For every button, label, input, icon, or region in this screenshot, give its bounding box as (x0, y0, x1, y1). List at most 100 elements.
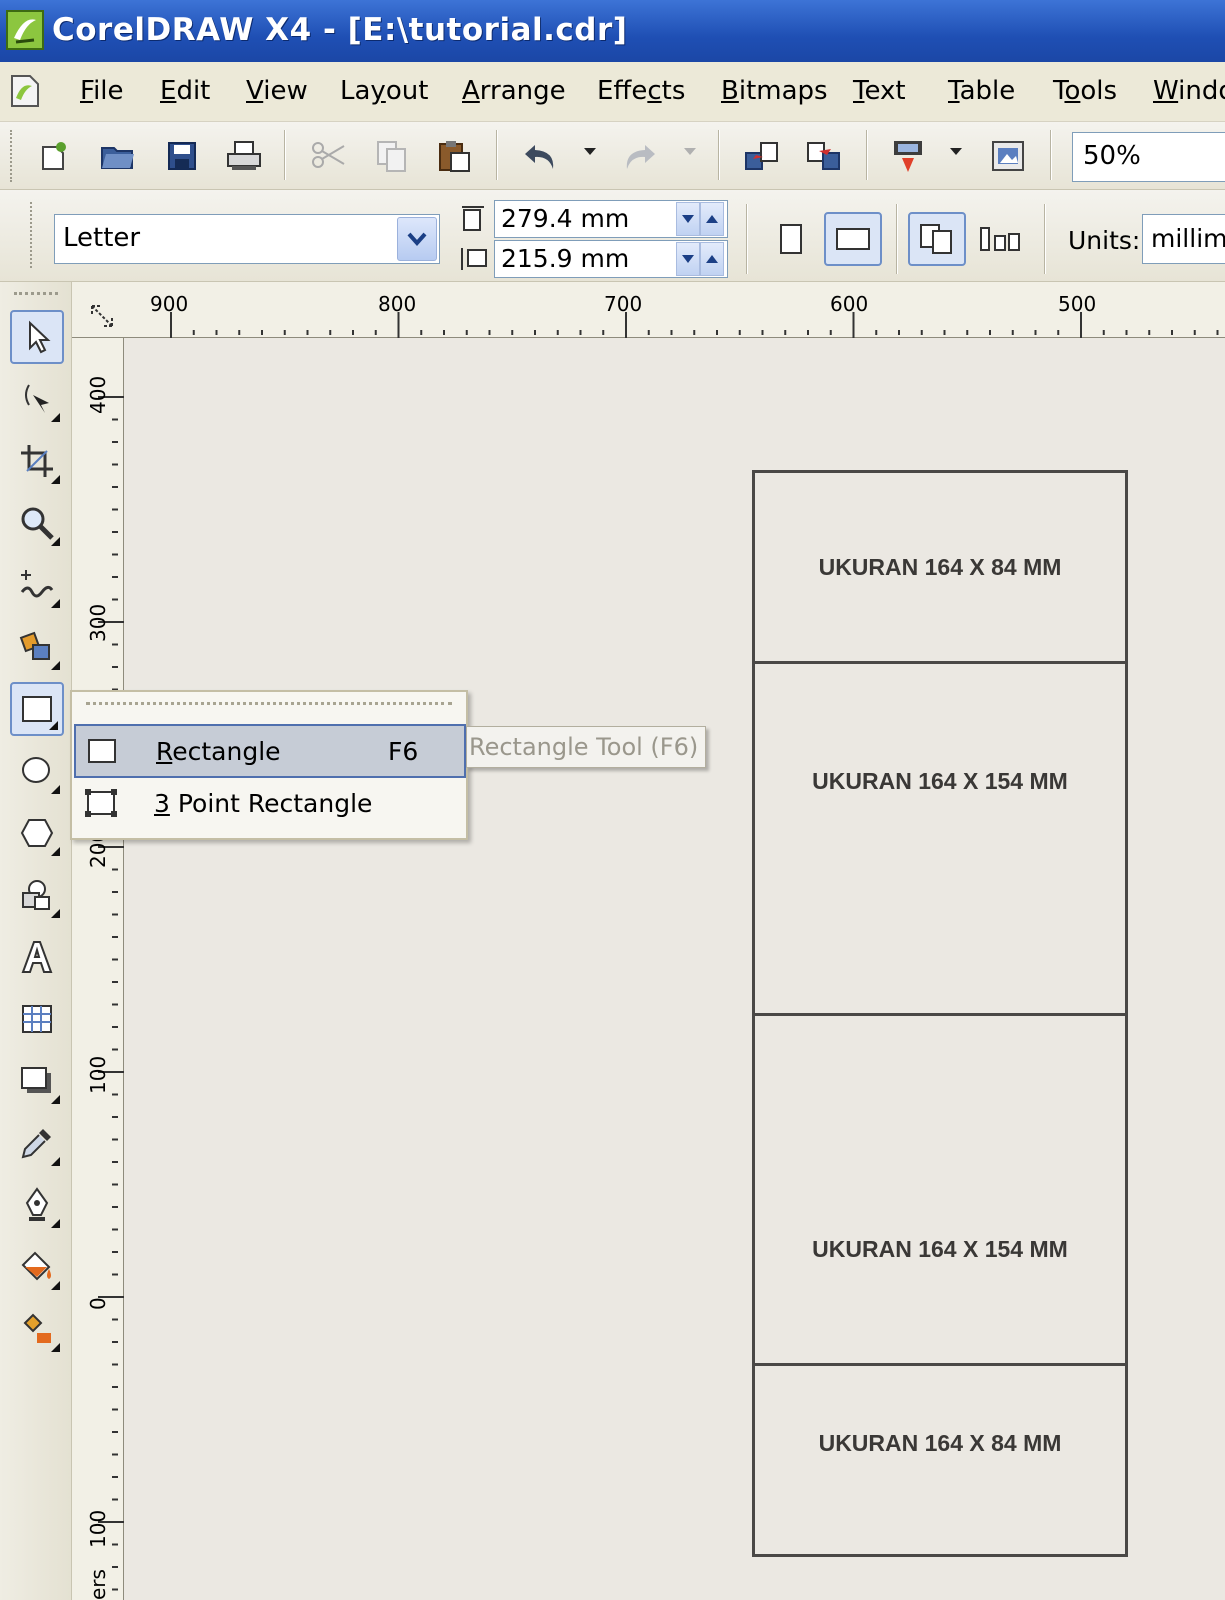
copy-button[interactable] (370, 134, 414, 178)
polygon-tool[interactable] (10, 806, 64, 860)
crop-icon (21, 445, 53, 477)
page-width-spinner[interactable] (676, 202, 724, 236)
magnifier-icon (21, 507, 54, 540)
rectangle-tool[interactable] (10, 682, 64, 736)
menu-view[interactable]: View (246, 76, 308, 106)
ruler-tick (511, 330, 514, 335)
vertical-ruler[interactable]: 400 300 200 100 0 100 ers (72, 338, 124, 1600)
toolbox-grip[interactable] (14, 292, 58, 295)
document-icon[interactable] (10, 74, 40, 108)
chevron-down-icon[interactable] (397, 217, 437, 261)
ruler-tick (112, 891, 118, 893)
portrait-button[interactable] (762, 212, 820, 266)
menu-file[interactable]: File (80, 76, 124, 106)
print-button[interactable] (222, 134, 266, 178)
flyout-item-rectangle[interactable]: Rectangle F6 (74, 724, 466, 778)
layout-box[interactable]: UKURAN 164 X 154 MM (752, 661, 1128, 1016)
current-page-button[interactable] (972, 212, 1030, 266)
save-button[interactable] (160, 134, 204, 178)
smart-fill-icon (19, 631, 50, 660)
zoom-level-input[interactable]: 50% (1072, 132, 1225, 182)
application-launcher-dropdown-icon[interactable] (950, 148, 962, 155)
menu-effects[interactable]: Effects (597, 76, 685, 106)
ruler-tick (112, 1003, 118, 1006)
window-title: CorelDRAW X4 - [E:\tutorial.cdr] (52, 12, 628, 48)
landscape-page-icon (836, 228, 870, 250)
basic-shapes-tool[interactable] (10, 868, 64, 922)
ruler-label: 700 (604, 292, 643, 316)
spin-up-icon[interactable] (700, 202, 724, 236)
open-button[interactable] (96, 134, 140, 178)
interactive-fill-tool[interactable] (10, 1302, 64, 1356)
flyout-item-3-point-rectangle[interactable]: 3 Point Rectangle (74, 778, 466, 832)
export-button[interactable] (802, 134, 846, 178)
ruler-tick (112, 418, 118, 421)
drop-shadow-tool[interactable] (10, 1054, 64, 1108)
horizontal-ruler[interactable]: 900 800 700 600 500 (72, 282, 1225, 338)
menu-text[interactable]: Text (853, 76, 906, 106)
flyout-grip[interactable] (86, 702, 452, 705)
ellipse-tool[interactable] (10, 744, 64, 798)
tooltip: Rectangle Tool (F6) (466, 726, 706, 768)
ruler-tick (716, 330, 718, 335)
shape-tool[interactable] (10, 372, 64, 426)
toolbar-separator (496, 130, 498, 180)
import-button[interactable] (740, 134, 784, 178)
menu-edit[interactable]: Edit (160, 76, 210, 106)
welcome-screen-button[interactable] (986, 134, 1030, 178)
layout-box[interactable]: UKURAN 164 X 84 MM (752, 470, 1128, 664)
freehand-tool[interactable] (10, 558, 64, 612)
copy-icon (377, 141, 406, 172)
text-tool[interactable] (10, 930, 64, 984)
menu-bitmaps[interactable]: Bitmaps (721, 76, 828, 106)
redo-icon (626, 145, 655, 169)
ruler-tick (443, 330, 445, 335)
ruler-tick (112, 1363, 118, 1366)
new-document-button[interactable] (32, 134, 76, 178)
spin-down-icon[interactable] (676, 242, 700, 276)
paper-size-select[interactable]: Letter (54, 214, 440, 264)
pick-tool[interactable] (10, 310, 64, 364)
menu-window[interactable]: Windo (1153, 76, 1225, 106)
units-select[interactable]: millime (1142, 214, 1225, 264)
ruler-tick (238, 330, 241, 335)
undo-button[interactable] (518, 134, 562, 178)
redo-dropdown-icon[interactable] (684, 148, 696, 155)
cut-button[interactable] (306, 134, 350, 178)
spin-up-icon[interactable] (700, 242, 724, 276)
toolbar-separator (1050, 130, 1052, 180)
eyedropper-tool[interactable] (10, 1116, 64, 1170)
outline-pen-tool[interactable] (10, 1178, 64, 1232)
undo-dropdown-icon[interactable] (584, 148, 596, 155)
redo-button[interactable] (618, 134, 662, 178)
portrait-page-icon (780, 224, 802, 254)
toolbar-grip[interactable] (10, 130, 14, 182)
crop-tool[interactable] (10, 434, 64, 488)
smart-fill-tool[interactable] (10, 620, 64, 674)
zoom-tool[interactable] (10, 496, 64, 550)
all-pages-button[interactable] (908, 212, 966, 266)
toolbar-grip[interactable] (30, 202, 34, 268)
menu-layout[interactable]: Layout (340, 76, 428, 106)
page-height-spinner[interactable] (676, 242, 724, 276)
rectangle-flyout: Rectangle F6 3 Point Rectangle (70, 690, 468, 840)
application-launcher-button[interactable] (886, 134, 930, 178)
ruler-origin-icon[interactable] (88, 302, 116, 330)
menu-table[interactable]: Table (948, 76, 1015, 106)
menu-tools[interactable]: Tools (1053, 76, 1117, 106)
table-tool[interactable] (10, 992, 64, 1046)
ruler-tick (112, 1048, 118, 1051)
fill-tool[interactable] (10, 1240, 64, 1294)
spin-down-icon[interactable] (676, 202, 700, 236)
menu-arrange[interactable]: Arrange (462, 76, 566, 106)
layout-box[interactable]: UKURAN 164 X 84 MM (752, 1363, 1128, 1557)
ruler-tick (112, 666, 118, 668)
flyout-item-shortcut: F6 (388, 737, 419, 766)
import-icon (745, 142, 778, 170)
layout-box[interactable]: UKURAN 164 X 154 MM (752, 1013, 1128, 1366)
paste-button[interactable] (432, 134, 476, 178)
landscape-button[interactable] (824, 212, 882, 266)
ruler-tick (1034, 330, 1037, 335)
ruler-tick (112, 486, 118, 488)
ruler-tick (112, 576, 118, 578)
